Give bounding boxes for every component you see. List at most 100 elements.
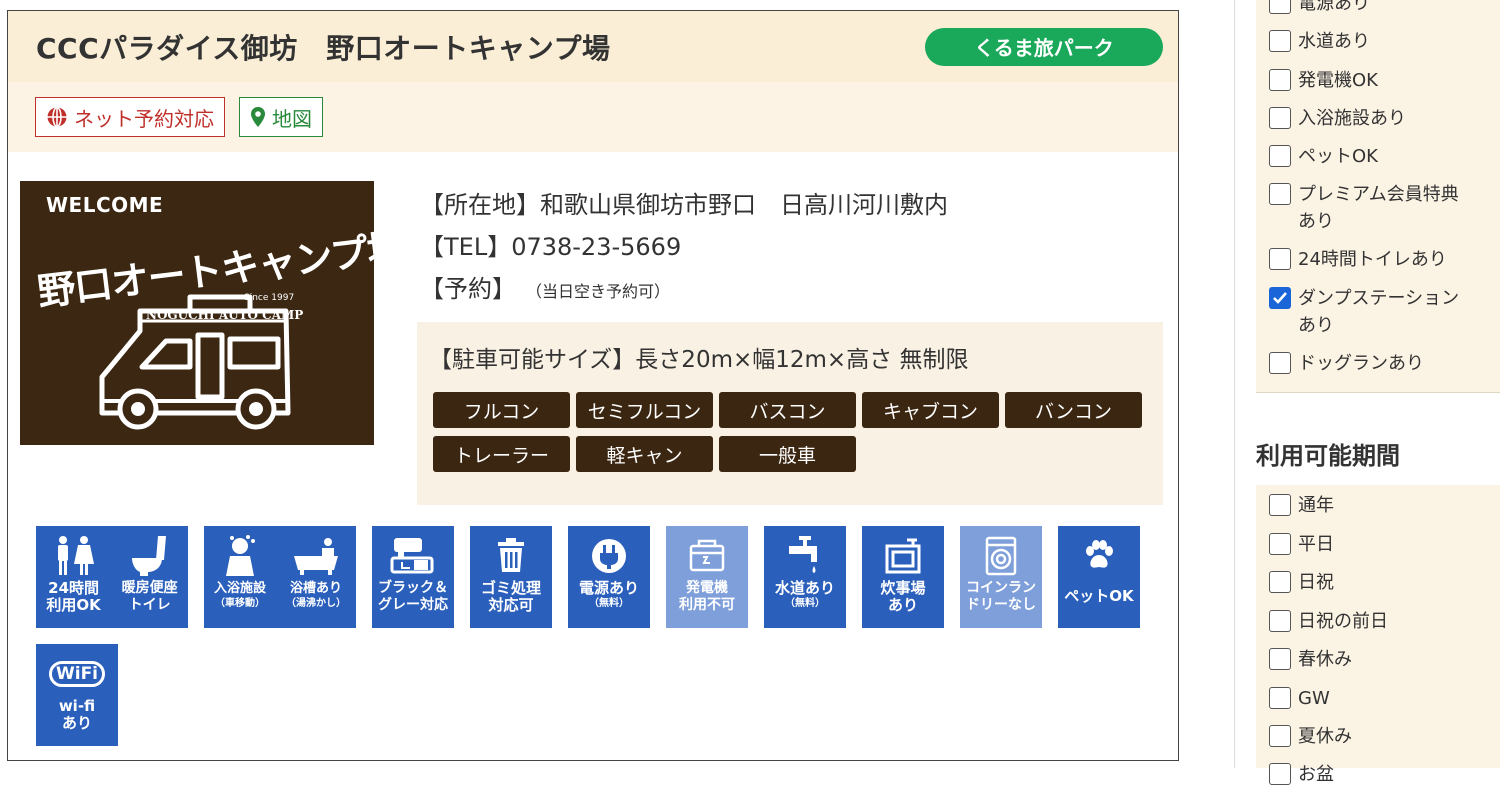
checkbox-label: 春休み (1298, 649, 1352, 670)
vehicle-tag: セミフルコン (576, 392, 713, 428)
wifi-badge: WiFi (49, 661, 105, 687)
checkbox[interactable] (1269, 30, 1291, 52)
amenity-label: wi-fi (58, 697, 96, 715)
vehicle-type-list: フルコン セミフルコン バスコン キャブコン バンコン トレーラー 軽キャン 一… (433, 392, 1142, 472)
filter-checkbox-premium[interactable]: プレミアム会員特典 あり (1269, 181, 1459, 235)
checkbox[interactable] (1269, 763, 1291, 785)
amenity-kitchen: 炊事場 あり (862, 526, 944, 628)
checkbox[interactable] (1269, 571, 1291, 593)
campsite-info: 【所在地】和歌山県御坊市野口 日高川河川敷内 【TEL】0738-23-5669… (420, 184, 948, 310)
detail-section: WELCOME 野口オートキャンプ場 Since 1997 NOGUCHI AU… (8, 152, 1178, 512)
gray-water-tank-icon (390, 532, 436, 580)
period-checkbox[interactable]: 日祝の前日 (1269, 608, 1388, 635)
filter-checkbox-generator[interactable]: 発電機OK (1269, 67, 1378, 94)
checkbox-label: 発電機OK (1298, 70, 1378, 91)
amenity-label: あり (887, 596, 918, 614)
checkbox[interactable] (1269, 352, 1291, 374)
checkbox-label: 電源あり (1298, 0, 1370, 14)
amenity-label: トイレ (128, 597, 171, 613)
amenity-label: 炊事場 (880, 579, 926, 597)
amenity-sublabel: （無料） (785, 598, 825, 609)
amenity-generator: 発電機 利用不可 (666, 526, 748, 628)
period-checkbox[interactable]: お盆 (1269, 761, 1334, 788)
card-header: CCCパラダイス御坊 野口オートキャンプ場 くるま旅パーク (8, 11, 1178, 82)
wifi-icon: WiFi (49, 650, 105, 698)
filter-checkbox-24h-toilet[interactable]: 24時間トイレあり (1269, 246, 1447, 273)
period-checkbox[interactable]: 春休み (1269, 646, 1352, 673)
trash-can-icon (496, 532, 526, 580)
amenity-wifi: WiFi wi-fi あり (36, 644, 118, 746)
kuruma-park-badge[interactable]: くるま旅パーク (925, 27, 1163, 66)
checkbox[interactable] (1269, 725, 1291, 747)
checkbox-label-line: あり (1298, 211, 1334, 232)
checkbox-label: ダンプステーション あり (1298, 285, 1459, 339)
restroom-icon (52, 532, 96, 580)
logo-camp-text: NOGUCHI AUTO CAMP (146, 308, 304, 322)
amenity-label: ゴミ処理 (480, 579, 541, 597)
bathtub-icon (292, 532, 340, 580)
checkbox[interactable] (1269, 0, 1291, 14)
parking-size-text: 【駐車可能サイズ】長さ20m×幅12m×高さ 無制限 (429, 347, 969, 373)
amenity-label: 24時間 (48, 579, 100, 597)
amenity-label: 発電機 (686, 580, 728, 596)
checkbox-label-line: あり (1298, 315, 1334, 336)
vehicle-tag: トレーラー (433, 436, 570, 472)
amenity-label: 暖房便座 (121, 580, 178, 596)
facility-filter-box: 電源あり 水道あり 発電機OK 入浴施設あり ペットOK プレミアム会員特典 あり… (1256, 0, 1500, 393)
amenity-label: 電源あり (578, 579, 639, 597)
checkbox-label: 24時間トイレあり (1298, 249, 1447, 270)
filter-checkbox-power[interactable]: 電源あり (1269, 0, 1370, 17)
checkbox[interactable] (1269, 69, 1291, 91)
period-checkbox[interactable]: 平日 (1269, 531, 1334, 558)
period-checkbox[interactable]: 夏休み (1269, 723, 1352, 750)
filter-checkbox-dump-station[interactable]: ダンプステーション あり (1269, 285, 1459, 339)
shower-person-icon (218, 532, 262, 580)
checkbox-label: 入浴施設あり (1298, 108, 1406, 129)
campsite-title[interactable]: CCCパラダイス御坊 野口オートキャンプ場 (36, 27, 610, 67)
period-checkbox[interactable]: GW (1269, 685, 1330, 712)
checkbox[interactable] (1269, 610, 1291, 632)
net-reservation-tag[interactable]: ネット予約対応 (35, 97, 225, 137)
checkbox-label: 日祝 (1298, 572, 1334, 593)
checkbox-label: お盆 (1298, 764, 1334, 785)
period-checkbox[interactable]: 通年 (1269, 492, 1334, 519)
checkbox[interactable] (1269, 248, 1291, 270)
amenity-garbage: ゴミ処理 対応可 (470, 526, 552, 628)
checkbox[interactable] (1269, 183, 1291, 205)
checkbox-checked[interactable] (1269, 287, 1291, 309)
filter-checkbox-dog-run[interactable]: ドッグランあり (1269, 350, 1424, 377)
period-checkbox[interactable]: 日祝 (1269, 569, 1334, 596)
amenity-pet: ペットOK (1058, 526, 1140, 628)
campsite-logo: WELCOME 野口オートキャンプ場 Since 1997 NOGUCHI AU… (20, 181, 374, 445)
campsite-card: CCCパラダイス御坊 野口オートキャンプ場 くるま旅パーク ネット予約対応 地図… (7, 10, 1179, 761)
toilet-seat-icon (128, 532, 172, 580)
reservation-note: （当日空き予約可） (534, 282, 671, 301)
address-line: 【所在地】和歌山県御坊市野口 日高川河川敷内 (420, 191, 948, 219)
map-tag[interactable]: 地図 (239, 97, 323, 137)
checkbox[interactable] (1269, 107, 1291, 129)
filter-checkbox-pet[interactable]: ペットOK (1269, 143, 1378, 170)
checkbox[interactable] (1269, 494, 1291, 516)
amenity-sublabel: （湯沸かし） (285, 598, 346, 609)
vehicle-tag: バンコン (1005, 392, 1142, 428)
checkbox[interactable] (1269, 687, 1291, 709)
checkbox[interactable] (1269, 145, 1291, 167)
checkbox[interactable] (1269, 533, 1291, 555)
amenity-label: グレー対応 (378, 597, 448, 613)
reservation-line: 【予約】 （当日空き予約可） (420, 268, 948, 310)
amenity-label: 利用不可 (679, 597, 735, 613)
checkbox[interactable] (1269, 648, 1291, 670)
checkbox-label: ドッグランあり (1298, 353, 1424, 374)
map-label: 地図 (272, 106, 312, 131)
amenity-label: 浴槽あり (289, 581, 342, 596)
checkbox-label: GW (1298, 688, 1330, 709)
filter-checkbox-water[interactable]: 水道あり (1269, 28, 1370, 55)
vehicle-tag: バスコン (719, 392, 856, 428)
tel-line[interactable]: 【TEL】0738-23-5669 (420, 226, 948, 268)
checkmark-icon (1273, 292, 1287, 304)
amenity-label: 対応可 (488, 596, 534, 614)
reservation-label: 【予約】 (420, 275, 516, 303)
filter-checkbox-bath[interactable]: 入浴施設あり (1269, 105, 1406, 132)
paw-icon (1082, 532, 1116, 580)
vehicle-tag: 一般車 (719, 436, 856, 472)
